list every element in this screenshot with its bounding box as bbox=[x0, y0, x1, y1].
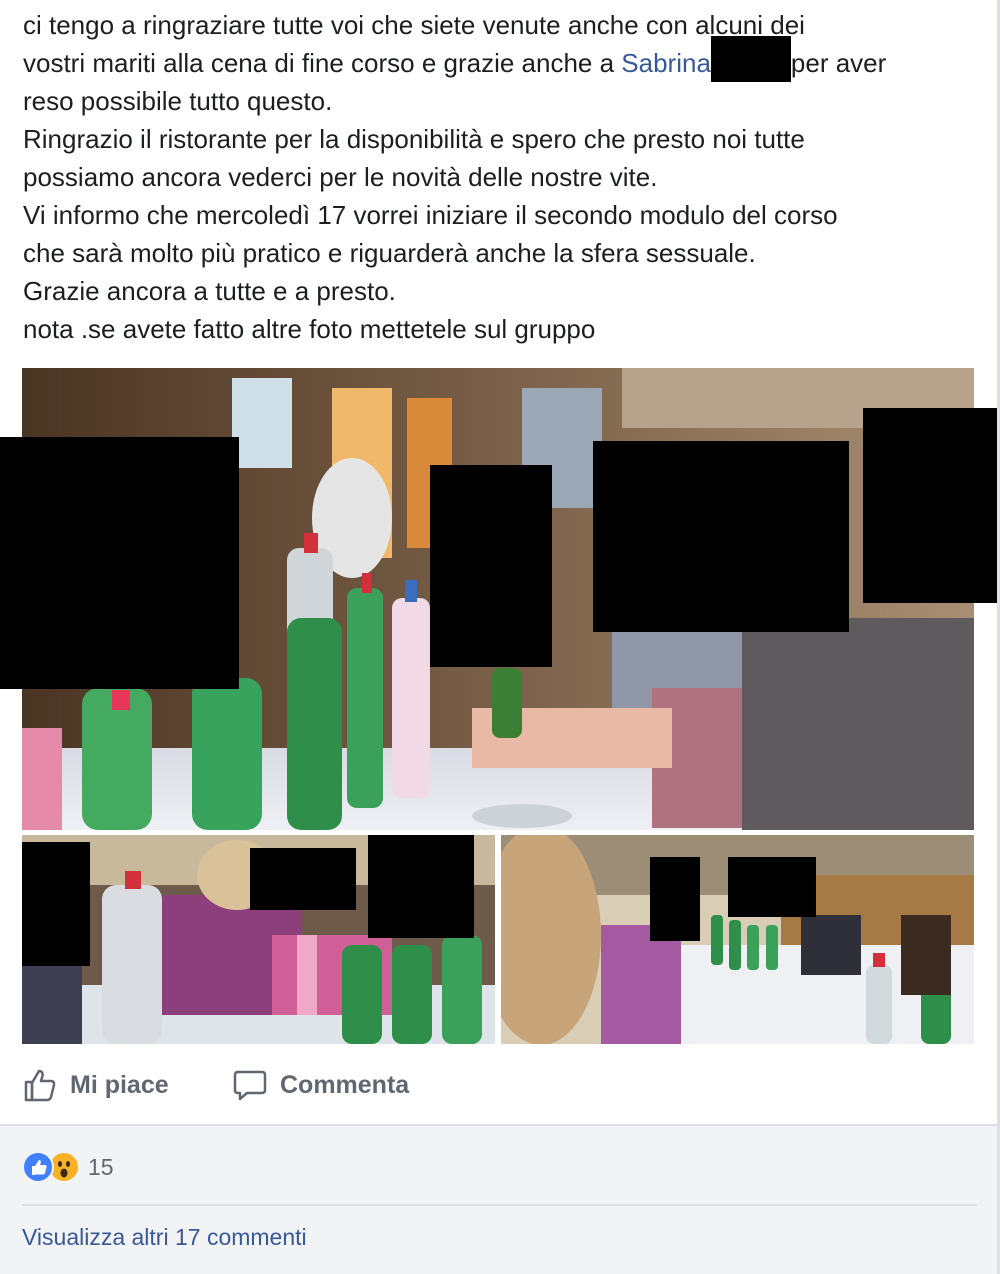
comment-bubble-icon bbox=[233, 1070, 267, 1101]
post-line-4: Ringrazio il ristorante per la disponibi… bbox=[23, 124, 805, 155]
mention-link[interactable]: Sabrina bbox=[621, 48, 711, 78]
post-message: ci tengo a ringraziare tutte voi che sie… bbox=[23, 6, 978, 348]
redaction-block bbox=[650, 857, 700, 941]
post-line-2: vostri mariti alla cena di fine corso e … bbox=[23, 36, 978, 83]
post-footer: 15 Visualizza altri 17 commenti bbox=[0, 1124, 997, 1274]
post-line-1: ci tengo a ringraziare tutte voi che sie… bbox=[23, 10, 805, 40]
footer-divider bbox=[22, 1204, 977, 1206]
post-line-6: Vi informo che mercoledì 17 vorrei inizi… bbox=[23, 200, 838, 231]
redaction-block bbox=[250, 848, 356, 910]
like-label: Mi piace bbox=[70, 1070, 169, 1099]
redaction-block bbox=[0, 437, 239, 689]
reaction-summary[interactable]: 15 bbox=[22, 1150, 114, 1184]
post-line-7: che sarà molto più pratico e riguarderà … bbox=[23, 238, 756, 269]
like-reaction-icon bbox=[22, 1151, 54, 1183]
redaction-block bbox=[710, 36, 791, 83]
redaction-block bbox=[430, 465, 552, 667]
redaction-block bbox=[728, 857, 816, 917]
redaction-block bbox=[593, 441, 849, 632]
like-button[interactable]: Mi piace bbox=[22, 1060, 169, 1110]
redaction-block bbox=[22, 842, 90, 966]
redaction-block bbox=[368, 835, 474, 938]
comment-button[interactable]: Commenta bbox=[232, 1060, 409, 1110]
post-actions: Mi piace Commenta bbox=[22, 1060, 977, 1110]
reaction-count: 15 bbox=[88, 1153, 114, 1180]
post-line-2-start: vostri mariti alla cena di fine corso e … bbox=[23, 48, 622, 78]
post-line-2-end: per aver bbox=[790, 48, 887, 78]
post-line-5: possiamo ancora vederci per le novità de… bbox=[23, 162, 658, 193]
post-line-3: reso possibile tutto questo. bbox=[23, 86, 333, 117]
redaction-block bbox=[863, 408, 997, 603]
thumbs-up-icon bbox=[24, 1069, 56, 1102]
comment-label: Commenta bbox=[280, 1070, 410, 1099]
view-more-comments-link[interactable]: Visualizza altri 17 commenti bbox=[22, 1224, 307, 1251]
post-line-9: nota .se avete fatto altre foto mettetel… bbox=[23, 314, 596, 345]
post-line-8: Grazie ancora a tutte e a presto. bbox=[23, 276, 396, 307]
facebook-post: ci tengo a ringraziare tutte voi che sie… bbox=[0, 0, 1000, 1274]
